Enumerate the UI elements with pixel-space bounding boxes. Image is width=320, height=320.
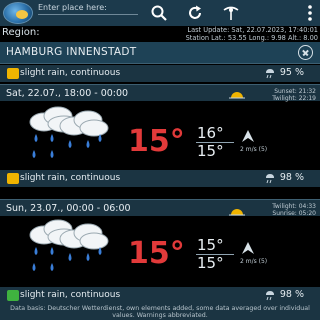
wind-speed: 2 m/s (5) [240, 146, 268, 153]
warning-icon [7, 290, 19, 301]
forecast-body[interactable]: Twilight: 04:33 Sunrise: 05:20 15° 15° 1… [0, 203, 320, 286]
wind-speed: 2 m/s (5) [240, 258, 268, 265]
station-bar: HAMBURG INNENSTADT [0, 42, 320, 64]
rain-probability: 98 % [279, 172, 304, 183]
rain-cloud-icon [29, 106, 109, 158]
forecast-date: Sun, 23.07., 00:00 - 06:00 [6, 203, 131, 214]
station-coords: Station Lat.: 53.55 Long.: 9.98 Alt.: 8.… [185, 34, 318, 42]
last-update: Last Update: Sat, 22.07.2023, 17:40:01 [187, 26, 318, 34]
search-icon[interactable] [150, 4, 168, 22]
twilight-time: Twilight: 04:33 [272, 203, 316, 210]
weather-description: slight rain, continuous [20, 173, 121, 183]
rain-probability: 95 % [279, 67, 304, 78]
current-weather-row[interactable]: slight rain, continuous 95 % [0, 65, 320, 82]
temperature-main: 15° [128, 236, 185, 271]
temperature-high: 15° [197, 236, 224, 254]
sunset-icon [229, 92, 245, 99]
warning-icon [7, 173, 19, 184]
app-logo-icon[interactable] [3, 2, 33, 24]
sunrise-icon [229, 209, 245, 216]
wind-direction-icon [242, 130, 254, 142]
close-icon[interactable] [298, 45, 313, 60]
forecast-weather-row[interactable]: slight rain, continuous 98 % [0, 287, 320, 304]
forecast-weather-row[interactable]: slight rain, continuous 98 % [0, 170, 320, 187]
weather-description: slight rain, continuous [20, 68, 121, 78]
refresh-icon[interactable] [186, 4, 204, 22]
data-source-footer: Data basis: Deutscher Wetterdienst, own … [0, 304, 320, 320]
twilight-time: Twilight: 22:19 [272, 95, 316, 102]
toolbar [0, 0, 320, 26]
wind-direction-icon [242, 242, 254, 254]
rain-probability-icon [266, 69, 274, 79]
rain-probability: 98 % [279, 289, 304, 300]
temperature-low: 15° [197, 254, 224, 272]
rain-cloud-icon [29, 219, 109, 271]
station-name[interactable]: HAMBURG INNENSTADT [6, 46, 136, 58]
warning-icon [7, 68, 19, 79]
sunset-time: Sunset: 21:32 [274, 88, 316, 95]
place-input-underline [38, 14, 138, 15]
temperature-high: 16° [197, 124, 224, 142]
menu-icon[interactable] [301, 4, 319, 22]
place-search-input[interactable] [38, 1, 138, 13]
sunrise-time: Sunrise: 05:20 [272, 210, 316, 217]
rain-probability-icon [266, 174, 274, 184]
forecast-date: Sat, 22.07., 18:00 - 00:00 [6, 88, 129, 99]
weather-description: slight rain, continuous [20, 290, 121, 300]
map-pin-icon[interactable] [222, 4, 240, 22]
update-info: Last Update: Sat, 22.07.2023, 17:40:01 S… [186, 26, 318, 42]
region-label: Region: [2, 27, 40, 38]
temperature-main: 15° [128, 124, 185, 159]
sun-times: Sunset: 21:32 Twilight: 22:19 [272, 88, 316, 102]
sun-times: Twilight: 04:33 Sunrise: 05:20 [272, 203, 316, 217]
temperature-low: 15° [197, 142, 224, 160]
rain-probability-icon [266, 291, 274, 301]
forecast-body[interactable]: Sunset: 21:32 Twilight: 22:19 15° 16° 15… [0, 88, 320, 169]
